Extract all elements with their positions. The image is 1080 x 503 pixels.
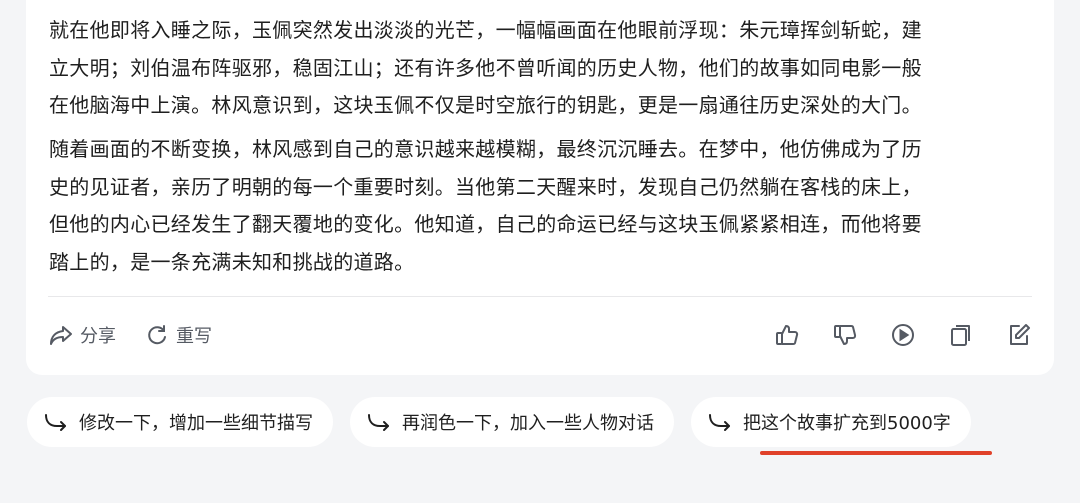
edit-icon[interactable] <box>1006 322 1032 348</box>
story-paragraph-2: 随着画面的不断变换，林风感到自己的意识越来越模糊，最终沉沉睡去。在梦中，他仿佛成… <box>49 131 1039 281</box>
suggestion-chips: 修改一下，增加一些细节描写 再润色一下，加入一些人物对话 把这个故事扩充到500… <box>27 397 971 447</box>
share-icon <box>48 322 74 348</box>
text-line: 踏上的，是一条充满未知和挑战的道路。 <box>49 249 415 274</box>
text-line: 但他的内心已经发生了翻天覆地的变化。他知道，自己的命运已经与这块玉佩紧紧相连，而… <box>49 212 922 236</box>
rewrite-label: 重写 <box>176 326 212 347</box>
suggestion-label: 修改一下，增加一些细节描写 <box>79 413 313 434</box>
text-line: 在他脑海中上演。林风意识到，这块玉佩不仅是时空旅行的钥匙，更是一扇通往历史深处的… <box>49 93 922 117</box>
refresh-icon <box>144 322 170 348</box>
text-line: 随着画面的不断变换，林风感到自己的意识越来越模糊，最终沉沉睡去。在梦中，他仿佛成… <box>49 137 922 161</box>
rewrite-button[interactable]: 重写 <box>144 322 212 348</box>
story-paragraph-1: 就在他即将入睡之际，玉佩突然发出淡淡的光芒，一幅幅画面在他眼前浮现：朱元璋挥剑斩… <box>49 12 1039 125</box>
thumbs-down-icon[interactable] <box>832 322 858 348</box>
suggestion-chip[interactable]: 修改一下，增加一些细节描写 <box>27 397 333 447</box>
text-line: 史的见证者，亲历了明朝的每一个重要时刻。当他第二天醒来时，发现自己仍然躺在客栈的… <box>49 174 922 199</box>
share-label: 分享 <box>80 326 116 347</box>
text-line: 立大明；刘伯温布阵驱邪，稳固江山；还有许多他不曾听闻的历史人物，他们的故事如同电… <box>49 55 922 80</box>
message-actions: 分享 重写 <box>48 322 212 348</box>
suggestion-chip[interactable]: 再润色一下，加入一些人物对话 <box>350 397 674 447</box>
arrow-return-icon <box>707 410 733 434</box>
suggestion-label: 再润色一下，加入一些人物对话 <box>402 413 654 434</box>
suggestion-label: 把这个故事扩充到5000字 <box>743 413 951 434</box>
divider <box>48 296 1032 297</box>
arrow-return-icon <box>366 410 392 434</box>
suggestion-chip[interactable]: 把这个故事扩充到5000字 <box>691 397 971 447</box>
thumbs-up-icon[interactable] <box>774 322 800 348</box>
share-button[interactable]: 分享 <box>48 322 116 348</box>
highlight-underline <box>760 451 992 455</box>
feedback-toolbar <box>774 322 1032 348</box>
play-icon[interactable] <box>890 322 916 348</box>
text-line: 就在他即将入睡之际，玉佩突然发出淡淡的光芒，一幅幅画面在他眼前浮现：朱元璋挥剑斩… <box>49 18 922 42</box>
arrow-return-icon <box>43 410 69 434</box>
copy-icon[interactable] <box>948 322 974 348</box>
